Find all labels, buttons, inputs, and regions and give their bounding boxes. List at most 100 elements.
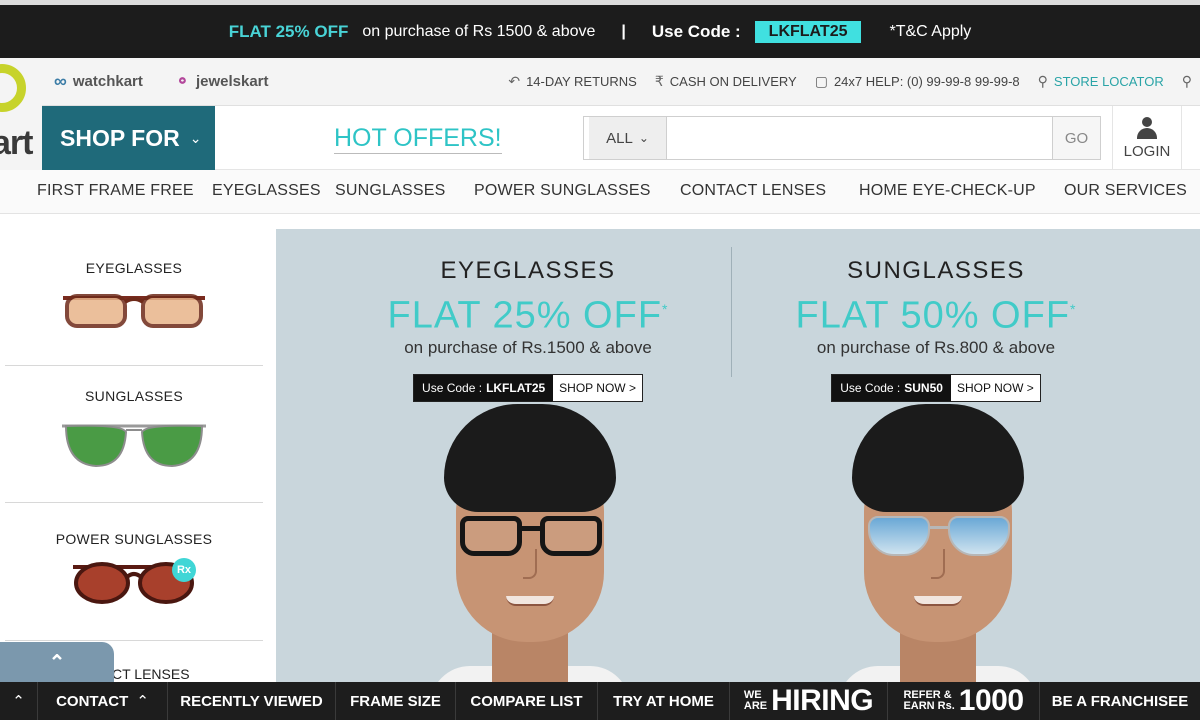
search-go-button[interactable]: GO <box>1052 117 1100 159</box>
sidebar-divider <box>5 365 263 366</box>
search-category-value: ALL <box>606 129 633 147</box>
frame-size-button[interactable]: FRAME SIZE <box>336 682 456 720</box>
help-info[interactable]: ▢ 24x7 HELP: (0) 99-99-8 99-99-8 <box>815 73 1020 90</box>
watchkart-link[interactable]: ∞ watchkart <box>54 71 143 92</box>
site-logo[interactable]: art <box>0 58 42 170</box>
hiring-big-text: HIRING <box>771 684 874 717</box>
promo-highlight: FLAT 25% OFF <box>228 21 349 41</box>
sidebar-item-label: EYEGLASSES <box>85 260 183 276</box>
sidebar-item-sunglasses[interactable]: SUNGLASSES <box>5 388 263 474</box>
shop-for-label: SHOP FOR <box>60 124 180 151</box>
returns-label: 14-DAY RETURNS <box>526 74 637 89</box>
promo-terms: *T&C Apply <box>889 22 972 40</box>
nav-sunglasses[interactable]: SUNGLASSES <box>335 182 445 200</box>
help-label: 24x7 HELP: (0) 99-99-8 99-99-8 <box>833 74 1020 89</box>
box-icon: ▢ <box>814 73 828 89</box>
shop-now-button[interactable]: SHOP NOW > <box>950 374 1040 401</box>
rupee-icon: ₹ <box>654 73 664 89</box>
banner-offer-mark: * <box>662 301 669 317</box>
model-eyeglasses-photo <box>430 404 630 682</box>
store-locator-link[interactable]: ⚲ STORE LOCATOR <box>1038 73 1164 90</box>
code-label: Use Code : <box>422 380 483 395</box>
sidebar-item-power-sunglasses[interactable]: POWER SUNGLASSES <box>5 531 263 605</box>
user-icon <box>1136 116 1158 139</box>
sidebar-divider <box>5 640 263 641</box>
promo-code: LKFLAT25 <box>754 20 862 43</box>
banner-code: Use Code : SUN50 <box>832 374 951 401</box>
refer-small-text: REFER & EARN Rs. <box>903 689 955 712</box>
hero-banner[interactable]: EYEGLASSES FLAT 25% OFF* on purchase of … <box>276 229 1200 682</box>
chevron-down-icon: ⌄ <box>638 131 649 145</box>
contact-label: CONTACT <box>56 692 129 710</box>
banner-heading: EYEGLASSES <box>440 257 616 284</box>
cod-info[interactable]: ₹ CASH ON DELIVERY <box>655 73 797 90</box>
sidebar-divider <box>5 502 263 503</box>
cod-label: CASH ON DELIVERY <box>669 74 797 89</box>
nav-eyeglasses[interactable]: EYEGLASSES <box>212 182 321 200</box>
code-value: SUN50 <box>904 380 943 395</box>
shop-for-button[interactable]: SHOP FOR ⌄ <box>42 106 215 170</box>
login-button[interactable]: LOGIN <box>1112 106 1182 170</box>
chevron-up-icon: ⌃ <box>48 651 66 674</box>
rx-badge: Rx <box>172 558 196 582</box>
banner-sunglasses-offer: SUNGLASSES FLAT 50% OFF* on purchase of … <box>726 257 1146 402</box>
banner-subtext: on purchase of Rs.1500 & above <box>404 337 652 357</box>
scroll-up-button[interactable]: ⌃ <box>0 642 114 682</box>
promo-banner: FLAT 25% OFF on purchase of Rs 1500 & ab… <box>0 0 1200 58</box>
banner-offer: FLAT 25% OFF* <box>318 289 738 336</box>
location-pin-extra[interactable]: ⚲ <box>1182 73 1192 90</box>
promo-text: on purchase of Rs 1500 & above <box>362 22 596 40</box>
logo-mark <box>0 64 26 112</box>
header-row: SHOP FOR ⌄ HOT OFFERS! ALL ⌄ GO LOGIN <box>42 106 1200 170</box>
contact-button[interactable]: CONTACT ⌃ <box>38 682 168 720</box>
sunglasses-image <box>62 424 206 468</box>
sidebar-item-label: SUNGLASSES <box>85 388 183 404</box>
banner-code: Use Code : LKFLAT25 <box>414 374 554 401</box>
shop-now-button[interactable]: SHOP NOW > <box>553 374 642 401</box>
search-bar: ALL ⌄ GO <box>583 116 1101 160</box>
banner-offer-mark: * <box>1070 301 1077 317</box>
code-value: LKFLAT25 <box>486 380 546 395</box>
banner-code-box[interactable]: Use Code : LKFLAT25 SHOP NOW > <box>413 373 643 402</box>
banner-offer-text: FLAT 50% OFF <box>795 294 1071 337</box>
logo-text: art <box>0 124 33 162</box>
location-pin-icon: ⚲ <box>1037 73 1048 89</box>
nav-our-services[interactable]: OUR SERVICES <box>1064 182 1187 200</box>
jewelskart-link[interactable]: ⚬ jewelskart <box>175 71 269 92</box>
nav-first-frame-free[interactable]: FIRST FRAME FREE <box>37 182 194 200</box>
banner-offer-text: FLAT 25% OFF <box>387 294 663 337</box>
model-sunglasses <box>868 516 1010 560</box>
sidebar-item-contact-lenses[interactable]: CT LENSES <box>112 666 190 682</box>
refer-big-text: 1000 <box>958 684 1024 717</box>
banner-subtext: on purchase of Rs.800 & above <box>816 337 1056 357</box>
search-category-select[interactable]: ALL ⌄ <box>589 117 667 159</box>
compare-list-button[interactable]: COMPARE LIST <box>456 682 598 720</box>
refer-earn-link[interactable]: REFER & EARN Rs. 1000 <box>888 682 1040 720</box>
banner-eyeglasses-offer: EYEGLASSES FLAT 25% OFF* on purchase of … <box>318 257 738 402</box>
nav-power-sunglasses[interactable]: POWER SUNGLASSES <box>474 182 651 200</box>
banner-code-box[interactable]: Use Code : SUN50 SHOP NOW > <box>831 373 1041 402</box>
nav-home-eye-check-up[interactable]: HOME EYE-CHECK-UP <box>859 182 1036 200</box>
promo-code-label: Use Code : <box>651 21 741 41</box>
utility-bar: ∞ watchkart ⚬ jewelskart ↶ 14-DAY RETURN… <box>42 58 1200 106</box>
chevron-down-icon: ⌄ <box>189 129 202 146</box>
try-at-home-button[interactable]: TRY AT HOME <box>598 682 730 720</box>
franchise-link[interactable]: BE A FRANCHISEE <box>1040 682 1200 720</box>
ring-icon: ⚬ <box>174 71 190 91</box>
hot-offers-link[interactable]: HOT OFFERS! <box>334 123 502 154</box>
model-eyeglasses <box>460 516 602 560</box>
recently-viewed-button[interactable]: RECENTLY VIEWED <box>168 682 336 720</box>
sidebar-item-eyeglasses[interactable]: EYEGLASSES <box>5 260 263 332</box>
location-pin-icon: ⚲ <box>1181 73 1192 89</box>
chevron-up-icon: ⌃ <box>12 693 25 710</box>
code-label: Use Code : <box>840 380 901 395</box>
store-locator-label: STORE LOCATOR <box>1053 74 1164 89</box>
banner-offer: FLAT 50% OFF* <box>726 289 1146 336</box>
model-sunglasses-photo <box>838 404 1038 682</box>
bottom-bar-toggle[interactable]: ⌃ <box>0 682 38 720</box>
returns-info[interactable]: ↶ 14-DAY RETURNS <box>508 73 637 90</box>
jewelskart-label: jewelskart <box>195 73 269 90</box>
hiring-link[interactable]: WE ARE HIRING <box>730 682 888 720</box>
watchkart-label: watchkart <box>72 73 143 90</box>
nav-contact-lenses[interactable]: CONTACT LENSES <box>680 182 826 200</box>
